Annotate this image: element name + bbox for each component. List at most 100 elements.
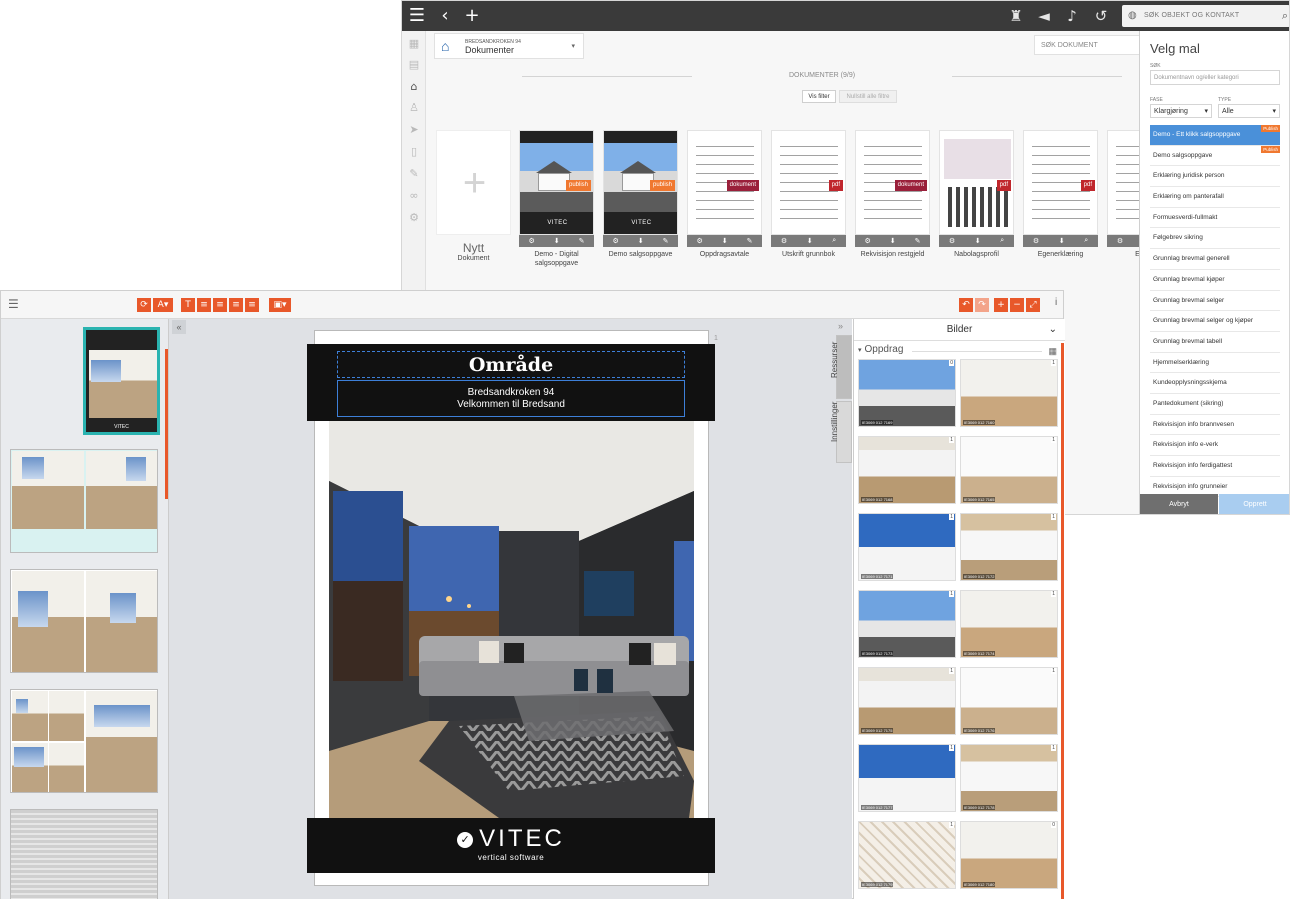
align-justify-icon[interactable]: ≡ bbox=[245, 298, 259, 312]
document-thumbnail[interactable]: dokument bbox=[855, 130, 930, 235]
document-card[interactable]: pdf ⚙ ⬇ ⌕ Egenerklæring bbox=[1023, 130, 1098, 259]
edit-icon[interactable]: ✎ bbox=[579, 237, 585, 245]
add-icon[interactable]: + bbox=[459, 1, 485, 31]
template-list-item[interactable]: Følgebrev sikring bbox=[1150, 228, 1280, 250]
template-list-item[interactable]: Kundeopplysningsskjema bbox=[1150, 373, 1280, 394]
collapse-left-icon[interactable]: « bbox=[172, 320, 186, 334]
resource-image[interactable]: 1 IE3069 012 7178 bbox=[960, 744, 1058, 812]
bell-icon[interactable]: ♪ bbox=[1059, 1, 1085, 31]
template-list-item[interactable]: Erklæring om panterafall bbox=[1150, 187, 1280, 208]
settings-icon[interactable]: ⚙ bbox=[1033, 237, 1039, 245]
page-subtitle-textbox[interactable]: Bredsandkroken 94 Velkommen til Bredsand bbox=[337, 380, 685, 417]
fullscreen-icon[interactable]: ⤢ bbox=[1026, 298, 1040, 312]
edit-icon[interactable]: ✎ bbox=[747, 237, 753, 245]
template-list-item[interactable]: Demo salgsoppgave Publish bbox=[1150, 145, 1280, 167]
text-format-icon[interactable]: A▾ bbox=[153, 298, 173, 312]
template-search-input[interactable]: Dokumentnavn og/eller kategori bbox=[1150, 70, 1280, 85]
grid-view-icon[interactable]: ▦ bbox=[1048, 346, 1057, 357]
resource-image[interactable]: 1 IE3069 012 7174 bbox=[960, 590, 1058, 658]
settings-icon[interactable]: ⚙ bbox=[696, 237, 702, 245]
align-left-icon[interactable]: ≡ bbox=[197, 298, 211, 312]
edit-icon[interactable]: ✎ bbox=[663, 237, 669, 245]
page-thumbnail-4-5[interactable] bbox=[10, 569, 158, 673]
new-document-thumb[interactable]: + bbox=[436, 130, 511, 235]
download-icon[interactable]: ⬇ bbox=[722, 237, 728, 245]
image-insert-icon[interactable]: ▣▾ bbox=[269, 298, 291, 312]
template-list-item[interactable]: Grunnlag brevmal kjøper bbox=[1150, 270, 1280, 291]
resource-image[interactable]: 1 IE3069 012 7173 bbox=[858, 590, 956, 658]
download-icon[interactable]: ⬇ bbox=[890, 237, 896, 245]
download-icon[interactable]: ⬇ bbox=[807, 237, 813, 245]
settings-icon[interactable]: ⚙ bbox=[1117, 237, 1123, 245]
redo-icon[interactable]: ↷ bbox=[975, 298, 989, 312]
template-list-item[interactable]: Rekvisisjon info ferdigattest bbox=[1150, 456, 1280, 477]
resource-image[interactable]: 1 IE3069 012 7179 bbox=[858, 821, 956, 889]
page-title-textbox[interactable]: Område bbox=[337, 351, 685, 378]
resource-image[interactable]: 1 IE3069 012 7168 bbox=[858, 436, 956, 504]
template-list-item[interactable]: Grunnlag brevmal generell bbox=[1150, 249, 1280, 270]
zoom-out-icon[interactable]: − bbox=[1010, 298, 1024, 312]
document-thumbnail[interactable]: VITEC publish bbox=[519, 130, 594, 235]
download-icon[interactable]: ⬇ bbox=[638, 237, 644, 245]
template-list-item[interactable]: Demo - Ett klikk salgsoppgave Publish bbox=[1150, 125, 1280, 146]
template-list-item[interactable]: Grunnlag brevmal selger bbox=[1150, 291, 1280, 312]
person-icon[interactable]: ♙ bbox=[406, 101, 422, 115]
document-icon[interactable]: ▯ bbox=[406, 145, 422, 159]
download-icon[interactable]: ⬇ bbox=[975, 237, 981, 245]
breadcrumb-selector[interactable]: ⌂ BREDSANDKROKEN 94 Dokumenter ▾ bbox=[434, 33, 584, 59]
phase-select[interactable]: Klargjøring ▾ bbox=[1150, 104, 1212, 118]
section-toggle[interactable]: ▾ Oppdrag bbox=[858, 344, 903, 355]
zoom-in-icon[interactable]: + bbox=[994, 298, 1008, 312]
dashboard-icon[interactable]: ▦ bbox=[406, 37, 422, 51]
cancel-button[interactable]: Avbryt bbox=[1140, 494, 1218, 514]
download-icon[interactable]: ⬇ bbox=[1059, 237, 1065, 245]
type-select[interactable]: Alle ▾ bbox=[1218, 104, 1280, 118]
document-thumbnail[interactable]: VITEC publish bbox=[603, 130, 678, 235]
megaphone-icon[interactable]: ◄ bbox=[1031, 1, 1057, 31]
page-thumbnail-8-9[interactable] bbox=[10, 809, 158, 899]
back-arrow-icon[interactable]: ‹ bbox=[432, 1, 458, 31]
template-list-item[interactable]: Grunnlag brevmal tabell bbox=[1150, 332, 1280, 353]
search-icon[interactable]: ⌕ bbox=[1282, 5, 1288, 27]
settings-icon[interactable]: ⚙ bbox=[949, 237, 955, 245]
resource-image[interactable]: 1 IE3069 012 7160 bbox=[960, 359, 1058, 427]
resource-image[interactable]: 1 IE3069 012 7172 bbox=[960, 513, 1058, 581]
document-card[interactable]: dokument ⚙ ⬇ ✎ Oppdragsavtale bbox=[687, 130, 762, 259]
edit-icon[interactable]: ✎ bbox=[915, 237, 921, 245]
settings-icon[interactable]: ⚙ bbox=[528, 237, 534, 245]
download-icon[interactable]: ⬇ bbox=[554, 237, 560, 245]
money-bag-icon[interactable]: ♜ bbox=[1003, 1, 1029, 31]
resources-scrollbar[interactable] bbox=[1061, 343, 1064, 899]
settings-icon[interactable]: ⚙ bbox=[406, 211, 422, 225]
document-card[interactable]: pdf ⚙ ⬇ ⌕ Nabolagsprofil bbox=[939, 130, 1014, 259]
resource-image[interactable]: 1 IE3069 012 7177 bbox=[858, 744, 956, 812]
template-list-item[interactable]: Grunnlag brevmal selger og kjøper bbox=[1150, 311, 1280, 332]
resource-image[interactable]: 1 IE3069 012 7176 bbox=[960, 667, 1058, 735]
hamburger-menu-icon[interactable]: ☰ bbox=[8, 297, 19, 311]
settings-icon[interactable]: ⚙ bbox=[781, 237, 787, 245]
hamburger-menu-icon[interactable]: ☰ bbox=[404, 1, 430, 31]
document-card[interactable]: pdf ⚙ ⬇ ⌕ Utskrift grunnbok bbox=[771, 130, 846, 259]
document-card[interactable]: dokument ⚙ ⬇ ✎ Rekvisisjon restgjeld bbox=[855, 130, 930, 259]
preview-icon[interactable]: ⌕ bbox=[1000, 237, 1004, 245]
history-icon[interactable]: ↺ bbox=[1088, 1, 1114, 31]
resource-image[interactable]: 0 IE3069 012 7180 bbox=[960, 821, 1058, 889]
new-document-card[interactable]: + Nytt Dokument bbox=[436, 130, 511, 262]
info-icon[interactable]: i bbox=[1055, 297, 1057, 308]
document-card[interactable]: VITEC publish ⚙ ⬇ ✎ Demo - Digital salgso… bbox=[519, 130, 594, 268]
document-search-input[interactable]: SØK DOKUMENT bbox=[1034, 35, 1140, 55]
text-box-icon[interactable]: T bbox=[181, 298, 195, 312]
resources-dropdown[interactable]: Bilder ⌄ bbox=[854, 319, 1065, 341]
template-list-item[interactable]: Rekvisisjon info e-verk bbox=[1150, 435, 1280, 456]
template-list-item[interactable]: Formuesverdi-fullmakt bbox=[1150, 208, 1280, 229]
template-list-item[interactable]: Hjemmelserklæring bbox=[1150, 353, 1280, 374]
global-search-input[interactable]: ◍ SØK OBJEKT OG KONTAKT ⌕ bbox=[1122, 5, 1289, 27]
resource-image[interactable]: 1 IE3069 012 7165 bbox=[960, 436, 1058, 504]
resource-image[interactable]: 0 IE3069 012 7169 bbox=[858, 359, 956, 427]
page-thumbnail-6-7[interactable] bbox=[10, 689, 158, 793]
document-card[interactable]: VITEC publish ⚙ ⬇ ✎ Demo salgsoppgave bbox=[603, 130, 678, 259]
document-thumbnail[interactable]: pdf bbox=[1023, 130, 1098, 235]
resource-image[interactable]: 1 IE3069 012 7171 bbox=[858, 513, 956, 581]
calculator-icon[interactable]: ▤ bbox=[406, 58, 422, 72]
edit-document-icon[interactable]: ✎ bbox=[406, 167, 422, 181]
